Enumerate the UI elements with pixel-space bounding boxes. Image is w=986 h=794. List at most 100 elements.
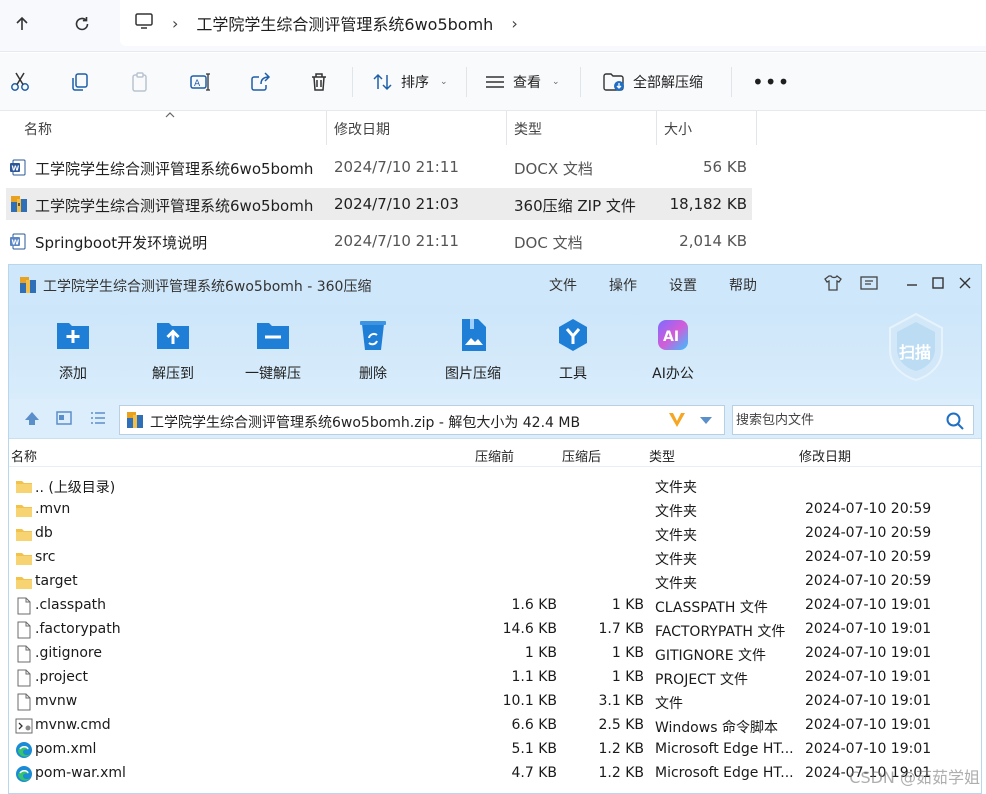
- archive-row[interactable]: .factorypath 14.6 KB 1.7 KB FACTORYPATH 文件 2…: [9, 618, 981, 642]
- minimize-icon[interactable]: [902, 273, 922, 293]
- file-row[interactable]: 工学院学生综合测评管理系统6wo5bomh 2024/7/10 21:03 36…: [6, 188, 752, 220]
- extract-to-label: 解压到: [152, 366, 194, 382]
- add-button[interactable]: 添加: [33, 305, 113, 399]
- file-icon: [17, 645, 31, 663]
- archive-row[interactable]: db 文件夹 2024-07-10 20:59: [9, 522, 981, 546]
- menu-file[interactable]: 文件: [549, 275, 577, 295]
- share-icon[interactable]: [248, 70, 272, 94]
- more-options-icon[interactable]: •••: [752, 53, 790, 111]
- archive-row[interactable]: .project 1.1 KB 1 KB PROJECT 文件 2024-07-10 1…: [9, 666, 981, 690]
- archive-search-input[interactable]: [736, 410, 936, 430]
- search-icon[interactable]: [945, 411, 965, 431]
- archive-row[interactable]: mvnw 10.1 KB 3.1 KB 文件 2024-07-10 19:01: [9, 690, 981, 714]
- up-arrow-icon[interactable]: [8, 10, 36, 38]
- image-compress-button[interactable]: 图片压缩: [433, 305, 513, 399]
- menu-help[interactable]: 帮助: [729, 275, 757, 295]
- row-after: 1 KB: [611, 669, 644, 685]
- archive-row[interactable]: mvnw.cmd 6.6 KB 2.5 KB Windows 命令脚本 2024-07-…: [9, 714, 981, 738]
- copy-icon[interactable]: [68, 70, 92, 94]
- archive-row[interactable]: target 文件夹 2024-07-10 20:59: [9, 570, 981, 594]
- row-after: 1.2 KB: [598, 765, 645, 781]
- chevron-right-icon[interactable]: ›: [511, 14, 517, 33]
- row-name: mvnw: [35, 693, 78, 709]
- cut-icon[interactable]: [8, 70, 32, 94]
- thumbnail-view-icon[interactable]: [55, 409, 73, 431]
- row-type: 文件: [655, 696, 683, 712]
- archive-path-field[interactable]: 工学院学生综合测评管理系统6wo5bomh.zip - 解包大小为 42.4 M…: [119, 405, 725, 435]
- edge-browser-icon: [16, 766, 32, 782]
- chevron-right-icon[interactable]: ›: [172, 14, 178, 33]
- zip-archive-icon: [127, 412, 143, 428]
- archive-search-box[interactable]: [732, 405, 974, 435]
- menu-operation[interactable]: 操作: [609, 275, 637, 295]
- column-before[interactable]: 压缩前: [475, 446, 514, 465]
- one-click-extract-button[interactable]: 一键解压: [233, 305, 313, 399]
- delete-label: 删除: [359, 366, 387, 382]
- row-name: .. (上级目录): [35, 480, 116, 496]
- archive-row[interactable]: src 文件夹 2024-07-10 20:59: [9, 546, 981, 570]
- delete-icon[interactable]: [307, 70, 331, 94]
- archive-row[interactable]: pom.xml 5.1 KB 1.2 KB Microsoft Edge HT... 2…: [9, 738, 981, 762]
- column-after[interactable]: 压缩后: [562, 446, 601, 465]
- column-separator[interactable]: [506, 111, 507, 145]
- tools-hexagon-icon: [559, 319, 587, 351]
- archive-row[interactable]: .. (上级目录) 文件夹: [9, 474, 981, 498]
- ai-office-button[interactable]: AI AI办公: [633, 305, 713, 399]
- maximize-icon[interactable]: [928, 273, 948, 293]
- edge-browser-icon: [16, 742, 32, 758]
- paste-icon[interactable]: [128, 70, 152, 94]
- folder-icon: [16, 553, 32, 565]
- svg-text:A: A: [194, 79, 201, 89]
- tools-button[interactable]: 工具: [533, 305, 613, 399]
- column-name[interactable]: 名称: [11, 446, 37, 465]
- archive-row[interactable]: pom-war.xml 4.7 KB 1.2 KB Microsoft Edge HT…: [9, 762, 981, 786]
- scan-shield-button[interactable]: 扫描: [885, 311, 947, 383]
- column-size[interactable]: 大小: [664, 119, 692, 139]
- row-modified: 2024-07-10 19:01: [805, 669, 932, 685]
- extract-all-button[interactable]: 全部解压缩: [602, 53, 703, 111]
- close-icon[interactable]: [955, 273, 975, 293]
- row-type: Windows 命令脚本: [655, 720, 778, 736]
- column-name[interactable]: 名称: [24, 119, 52, 139]
- menu-settings[interactable]: 设置: [669, 275, 697, 295]
- breadcrumb-current[interactable]: 工学院学生综合测评管理系统6wo5bomh: [196, 11, 493, 35]
- archive-row[interactable]: .classpath 1.6 KB 1 KB CLASSPATH 文件 2024-07-…: [9, 594, 981, 618]
- sort-button[interactable]: 排序 ⌄: [372, 53, 448, 111]
- file-row[interactable]: W 工学院学生综合测评管理系统6wo5bomh 2024/7/10 21:11 …: [6, 151, 752, 183]
- v-logo-icon[interactable]: [666, 410, 688, 430]
- column-modified[interactable]: 修改日期: [799, 446, 851, 465]
- extract-to-button[interactable]: 解压到: [133, 305, 213, 399]
- view-list-icon: [486, 76, 504, 88]
- monitor-icon[interactable]: [134, 12, 154, 34]
- row-after: 3.1 KB: [598, 693, 645, 709]
- row-before: 1.6 KB: [511, 597, 558, 613]
- list-view-icon[interactable]: [89, 409, 107, 431]
- dropdown-arrow-icon[interactable]: [698, 414, 714, 426]
- refresh-icon[interactable]: [68, 10, 96, 38]
- skin-tshirt-icon[interactable]: [823, 273, 843, 293]
- file-type: DOC 文档: [514, 234, 583, 252]
- archive-row[interactable]: .gitignore 1 KB 1 KB GITIGNORE 文件 2024-07-10…: [9, 642, 981, 666]
- row-name: pom.xml: [35, 741, 97, 757]
- view-button[interactable]: 查看 ⌄: [484, 53, 560, 111]
- archive-row[interactable]: .mvn 文件夹 2024-07-10 20:59: [9, 498, 981, 522]
- column-type[interactable]: 类型: [514, 119, 542, 139]
- archive-path-text: 工学院学生综合测评管理系统6wo5bomh.zip - 解包大小为 42.4 M…: [150, 415, 581, 431]
- file-row[interactable]: W Springboot开发环境说明 2024/7/10 21:11 DOC 文…: [6, 225, 752, 257]
- column-separator[interactable]: [656, 111, 657, 145]
- row-after: 1.2 KB: [598, 741, 645, 757]
- row-after: 1 KB: [611, 597, 644, 613]
- column-modified[interactable]: 修改日期: [334, 119, 390, 139]
- file-icon: [17, 669, 31, 687]
- feedback-icon[interactable]: [859, 273, 879, 293]
- column-type[interactable]: 类型: [649, 446, 675, 465]
- column-separator[interactable]: [326, 111, 327, 145]
- column-separator[interactable]: [756, 111, 757, 145]
- rename-icon[interactable]: A: [188, 70, 212, 94]
- folder-icon: [16, 505, 32, 517]
- row-before: 4.7 KB: [511, 765, 558, 781]
- row-modified: 2024-07-10 19:01: [805, 741, 932, 757]
- file-type: DOCX 文档: [514, 160, 593, 178]
- delete-button[interactable]: 删除: [333, 305, 413, 399]
- up-level-icon[interactable]: [23, 409, 41, 431]
